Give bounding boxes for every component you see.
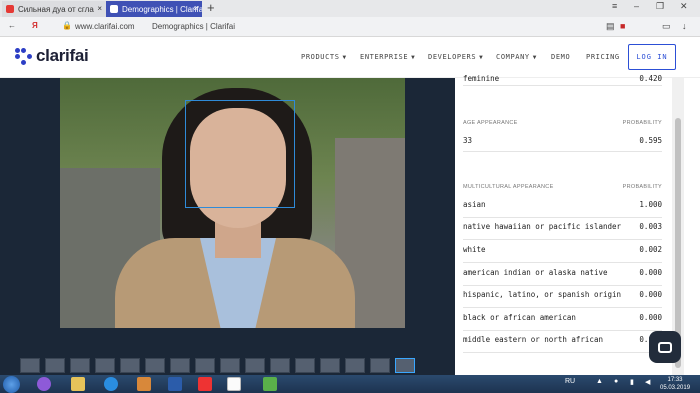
internet-explorer-icon[interactable] xyxy=(104,377,118,391)
tab-close-icon[interactable]: × xyxy=(193,4,198,13)
thumbnail[interactable] xyxy=(345,358,365,373)
site-header: clarifai PRODUCTS ▼ ENTERPRISE ▼ DEVELOPER… xyxy=(0,37,700,78)
result-row: american indian or alaska native 0.000 xyxy=(463,268,662,286)
tab-youtube[interactable]: Сильная дуа от сгла × xyxy=(2,1,106,17)
result-row: asian 1.000 xyxy=(463,200,662,218)
maximize-icon[interactable]: ❐ xyxy=(656,1,664,12)
chat-button[interactable] xyxy=(649,331,681,363)
thumbnail[interactable] xyxy=(320,358,340,373)
face-bounding-box[interactable] xyxy=(185,100,295,208)
yandex-browser-icon[interactable] xyxy=(227,377,241,391)
tray-chevron-icon[interactable]: ▲ xyxy=(596,378,603,385)
minimize-icon[interactable]: – xyxy=(634,1,639,11)
chevron-down-icon: ▼ xyxy=(479,54,484,61)
nav-products[interactable]: PRODUCTS ▼ xyxy=(301,53,347,61)
result-row: native hawaiian or pacific islander 0.003 xyxy=(463,222,662,240)
taskbar-clock[interactable]: 17:33 05.03.2019 xyxy=(660,376,690,392)
result-row: black or african american 0.000 xyxy=(463,313,662,331)
thumbnail[interactable] xyxy=(145,358,165,373)
clock-date: 05.03.2019 xyxy=(660,385,691,391)
close-window-icon[interactable]: ✕ xyxy=(680,1,688,12)
thumbnail[interactable] xyxy=(120,358,140,373)
thumbnail[interactable] xyxy=(95,358,115,373)
results-panel: feminine 0.420 AGE APPEARANCE PROBABILITY … xyxy=(455,74,670,375)
age-section-header: AGE APPEARANCE PROBABILITY xyxy=(463,120,662,126)
menu-icon[interactable]: ≡ xyxy=(612,1,617,11)
clarifai-logo[interactable]: clarifai xyxy=(15,46,89,66)
browser-tab-strip: Сильная дуа от сгла × Demographics | Cla… xyxy=(0,0,700,17)
youtube-icon xyxy=(6,5,14,13)
voice-assistant-icon[interactable] xyxy=(37,377,51,391)
result-row: hispanic, latino, or spanish origin 0.000 xyxy=(463,290,662,308)
language-indicator[interactable]: RU xyxy=(565,378,575,385)
chevron-down-icon: ▼ xyxy=(532,54,537,61)
nav-company[interactable]: COMPANY ▼ xyxy=(496,53,537,61)
result-row: 33 0.595 xyxy=(463,136,662,152)
clarifai-logo-icon xyxy=(15,47,32,65)
thumbnail[interactable] xyxy=(170,358,190,373)
analyzed-photo xyxy=(60,78,405,328)
clock-time: 17:33 xyxy=(667,377,683,383)
bookmark-icon[interactable]: ■ xyxy=(620,21,625,31)
chevron-down-icon: ▼ xyxy=(411,54,416,61)
extension-icon[interactable]: ▭ xyxy=(662,21,671,32)
result-row: middle eastern or north african0.000 xyxy=(463,335,662,353)
thumbnail-strip xyxy=(0,358,455,375)
thumbnail[interactable] xyxy=(295,358,315,373)
tab-label: Demographics | Clarifai xyxy=(122,4,202,14)
thumbnail-selected[interactable] xyxy=(395,358,415,373)
thumbnail[interactable] xyxy=(45,358,65,373)
download-icon[interactable]: ↓ xyxy=(682,21,687,31)
volume-icon[interactable]: ◀ xyxy=(645,378,650,386)
address-bar: ← Я 🔒 www.clarifai.com Demographics | Cl… xyxy=(0,17,700,37)
logo-text: clarifai xyxy=(36,46,89,65)
result-row: white 0.002 xyxy=(463,245,662,263)
nav-demo[interactable]: DEMO xyxy=(551,53,570,61)
nav-enterprise[interactable]: ENTERPRISE ▼ xyxy=(360,53,415,61)
yandex-taskbar-icon[interactable] xyxy=(198,377,212,391)
tab-close-icon[interactable]: × xyxy=(97,4,102,13)
windows-taskbar: RU ▲ ● ▮ ◀ 17:33 05.03.2019 xyxy=(0,375,700,393)
multicultural-section-header: MULTICULTURAL APPEARANCE PROBABILITY xyxy=(463,184,662,190)
thumbnail[interactable] xyxy=(245,358,265,373)
thumbnail[interactable] xyxy=(270,358,290,373)
image-stage xyxy=(0,78,455,375)
tray-app-icon[interactable]: ● xyxy=(614,378,618,385)
new-tab-button[interactable]: + xyxy=(207,0,215,16)
explorer-icon[interactable] xyxy=(71,377,85,391)
thumbnail[interactable] xyxy=(70,358,90,373)
thumbnail[interactable] xyxy=(20,358,40,373)
clarifai-favicon-icon xyxy=(110,5,118,13)
tab-label: Сильная дуа от сгла xyxy=(18,4,94,14)
nav-pricing[interactable]: PRICING xyxy=(586,53,620,61)
lock-icon: 🔒 xyxy=(62,21,72,30)
url-text[interactable]: www.clarifai.com xyxy=(75,22,135,31)
word-icon[interactable] xyxy=(168,377,182,391)
result-row: feminine 0.420 xyxy=(463,74,662,86)
app-icon[interactable] xyxy=(263,377,277,391)
yandex-icon[interactable]: Я xyxy=(32,21,38,30)
thumbnail[interactable] xyxy=(220,358,240,373)
network-icon[interactable]: ▮ xyxy=(630,378,634,386)
page-title-text: Demographics | Clarifai xyxy=(152,22,235,31)
start-button[interactable] xyxy=(3,376,20,393)
tab-clarifai[interactable]: Demographics | Clarifai × xyxy=(106,1,202,17)
chat-icon xyxy=(658,341,672,353)
login-button[interactable]: LOG IN xyxy=(628,44,676,70)
thumbnail[interactable] xyxy=(195,358,215,373)
thumbnail[interactable] xyxy=(370,358,390,373)
back-arrow-icon[interactable]: ← xyxy=(8,21,16,30)
chevron-down-icon: ▼ xyxy=(342,54,347,61)
reader-icon[interactable]: ▤ xyxy=(606,21,615,32)
nav-developers[interactable]: DEVELOPERS ▼ xyxy=(428,53,483,61)
media-player-icon[interactable] xyxy=(137,377,151,391)
